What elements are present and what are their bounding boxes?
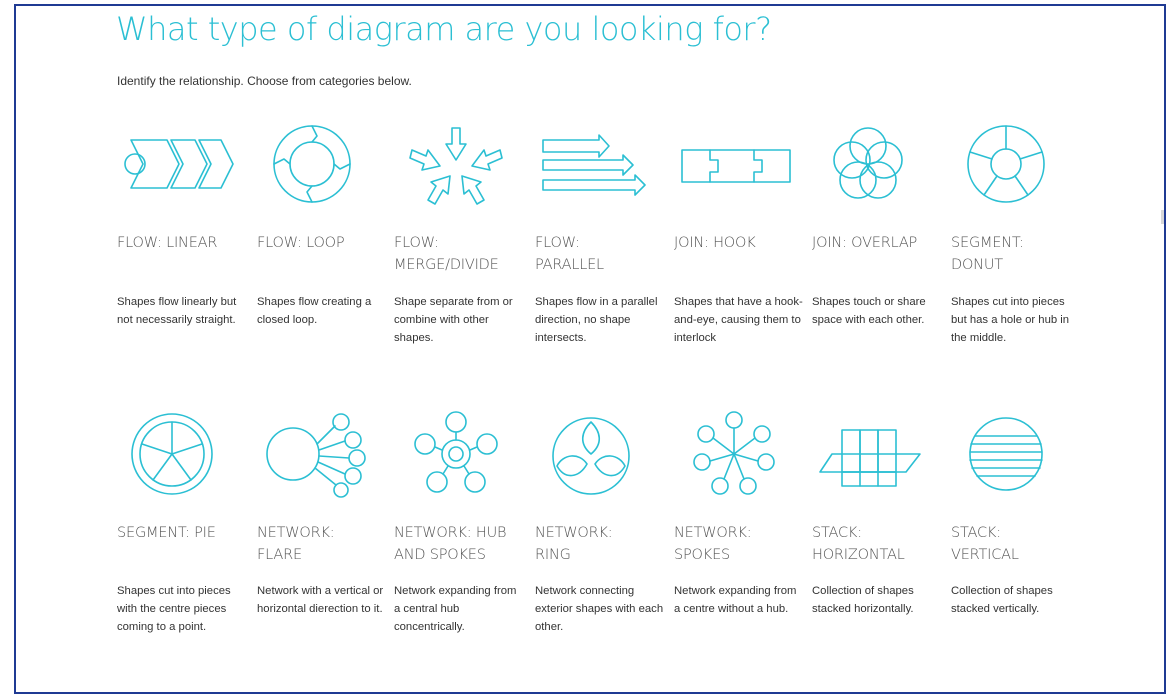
network-flare-icon (257, 410, 382, 498)
category-description: Shapes cut into pieces with the centre p… (117, 585, 231, 633)
flow-loop-icon (257, 120, 382, 208)
stack-horizontal-icon (812, 410, 937, 498)
flow-linear-icon (117, 120, 242, 208)
category-label-line1: NETWORK: (535, 525, 613, 541)
category-label-line1: JOIN: OVERLAP (812, 235, 918, 251)
category-label-line1: FLOW: LOOP (257, 235, 345, 251)
category-label-line2: RING (535, 547, 571, 563)
category-label-line2: HORIZONTAL (812, 547, 905, 563)
network-spokes-icon (674, 410, 799, 498)
join-overlap-icon (812, 120, 937, 208)
category-description: Collection of shapes stacked vertically. (951, 585, 1053, 615)
category-label-line1: FLOW: (535, 235, 580, 251)
category-description: Network with a vertical or horizontal di… (257, 585, 384, 615)
category-label-line2: DONUT (951, 257, 1003, 273)
category-label-line1: SEGMENT: PIE (117, 525, 216, 541)
category-label-line2: PARALLEL (535, 257, 604, 273)
category-label-line1: FLOW: (394, 235, 439, 251)
category-label-line1: SEGMENT: (951, 235, 1024, 251)
category-description: Shapes flow in a parallel direction, no … (535, 296, 658, 344)
category-label-line1: NETWORK: (257, 525, 335, 541)
category-label-line1: NETWORK: HUB (394, 525, 507, 541)
category-description: Shape separate from or combine with othe… (394, 296, 513, 344)
category-label-line2: VERTICAL (951, 547, 1019, 563)
category-label-line2: MERGE/DIVIDE (394, 257, 499, 273)
category-label-line2: SPOKES (674, 547, 731, 563)
category-label-line2: FLARE (257, 547, 302, 563)
segment-pie-icon (117, 410, 242, 498)
category-description: Shapes flow creating a closed loop. (257, 296, 372, 326)
category-label-line1: JOIN: HOOK (674, 235, 756, 251)
category-label-line1: STACK: (812, 525, 862, 541)
flow-merge-divide-icon (394, 120, 519, 208)
page-subtitle: Identify the relationship. Choose from c… (117, 74, 412, 88)
network-hub-spokes-icon (394, 410, 519, 498)
category-label-line1: FLOW: LINEAR (117, 235, 218, 251)
category-description: Collection of shapes stacked horizontall… (812, 585, 914, 615)
segment-donut-icon (951, 120, 1076, 208)
flow-parallel-icon (535, 120, 660, 208)
category-label-line1: STACK: (951, 525, 1001, 541)
category-label-line1: NETWORK: (674, 525, 752, 541)
category-description: Network connecting exterior shapes with … (535, 585, 664, 633)
join-hook-icon (674, 120, 799, 208)
category-description: Shapes touch or share space with each ot… (812, 296, 926, 326)
category-description: Network expanding from a centre without … (674, 585, 797, 615)
category-description: Network expanding from a central hub con… (394, 585, 517, 633)
category-description: Shapes that have a hook-and-eye, causing… (674, 296, 803, 344)
page-title: What type of diagram are you looking for… (116, 10, 772, 48)
scrollbar-thumb[interactable] (1161, 210, 1164, 224)
category-description: Shapes cut into pieces but has a hole or… (951, 296, 1070, 344)
category-label-line2: AND SPOKES (394, 547, 486, 563)
category-description: Shapes flow linearly but not necessarily… (117, 296, 237, 326)
network-ring-icon (535, 410, 660, 498)
stack-vertical-icon (951, 410, 1076, 498)
